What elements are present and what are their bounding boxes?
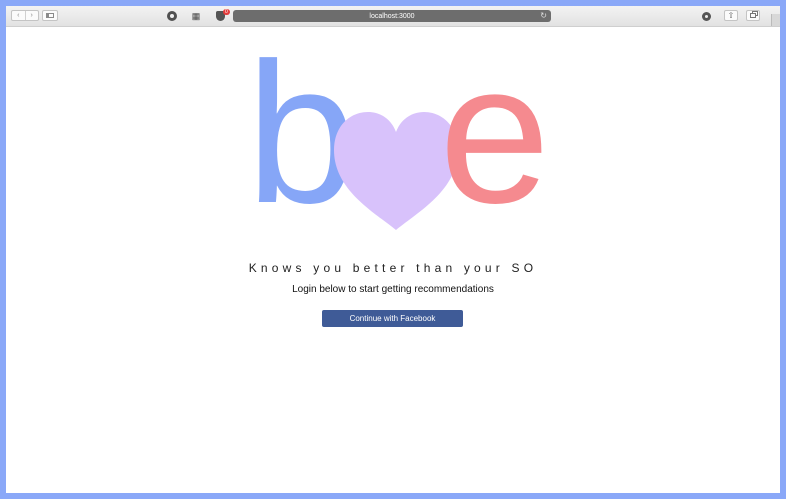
extension-badge: 0: [223, 9, 230, 15]
sidebar-button[interactable]: [42, 10, 58, 21]
extension-button-2[interactable]: ▦: [190, 10, 202, 22]
app-logo: b e: [246, 34, 550, 236]
extension-button-1[interactable]: [166, 10, 178, 22]
login-instructions: Login below to start getting recommendat…: [292, 284, 494, 295]
address-text: localhost:3000: [369, 12, 415, 20]
puzzle-icon: ▦: [191, 10, 201, 21]
tagline: Knows you better than your SO: [248, 261, 538, 275]
record-icon: [167, 11, 177, 21]
continue-with-facebook-button[interactable]: Continue with Facebook: [322, 310, 463, 327]
browser-toolbar: ‹ › ▦ 0 localhost:3000 ↻ ⇧: [6, 6, 780, 27]
gear-icon: [701, 11, 711, 21]
extension-button-4[interactable]: [700, 10, 712, 22]
address-bar[interactable]: localhost:3000 ↻: [233, 10, 551, 22]
share-button[interactable]: ⇧: [724, 10, 738, 21]
scrollbar[interactable]: [771, 14, 780, 26]
forward-icon[interactable]: ›: [25, 12, 38, 19]
share-icon: ⇧: [727, 10, 735, 20]
tabs-button[interactable]: [746, 10, 760, 21]
sidebar-icon: [46, 13, 54, 18]
back-icon[interactable]: ‹: [12, 12, 25, 19]
logo-letter-e: e: [439, 22, 551, 245]
nav-buttons: ‹ ›: [11, 10, 39, 21]
tabs-icon: [750, 13, 756, 18]
browser-window: ‹ › ▦ 0 localhost:3000 ↻ ⇧ b e Knows you…: [6, 6, 780, 493]
reload-icon[interactable]: ↻: [540, 12, 547, 20]
